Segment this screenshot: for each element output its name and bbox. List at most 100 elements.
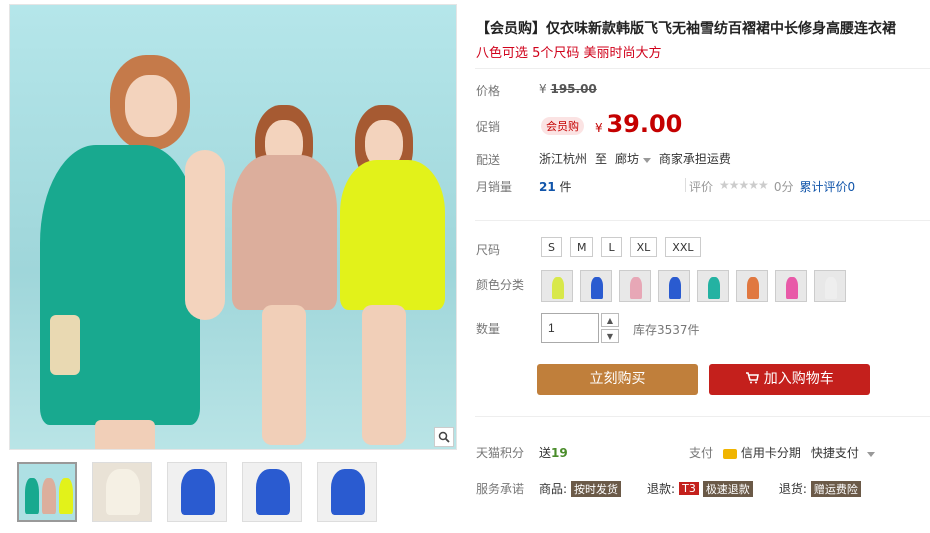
total-reviews-link[interactable]: 累计评价0	[799, 178, 855, 195]
thumbnail-5[interactable]	[317, 462, 377, 522]
t3-tag[interactable]: T3	[679, 482, 699, 495]
monthly-sales: 21 件	[539, 178, 572, 195]
size-option-s[interactable]: S	[541, 237, 562, 257]
ship-destination: 廊坊	[615, 152, 640, 166]
product-subtitle: 八色可选 5个尺码 美丽时尚大方	[476, 46, 662, 61]
chevron-down-icon	[866, 452, 875, 457]
color-swatch-1[interactable]	[541, 270, 573, 302]
size-options: S M L XL XXL	[541, 237, 701, 257]
return-label: 退货:	[778, 482, 807, 496]
chevron-down-icon	[642, 158, 651, 163]
quantity-increase-button[interactable]: ▲	[601, 313, 619, 327]
add-to-cart-label: 加入购物车	[763, 371, 834, 387]
ship-destination-select[interactable]: 廊坊	[615, 150, 651, 167]
size-label: 尺码	[476, 243, 501, 257]
swatch-dress-image	[552, 277, 564, 299]
color-swatch-4[interactable]	[658, 270, 690, 302]
service-promise-label: 服务承诺	[476, 482, 525, 496]
sales-unit: 件	[559, 180, 572, 194]
thumbnail-dress-figure	[106, 469, 140, 515]
thumbnail-4[interactable]	[242, 462, 302, 522]
main-product-image[interactable]	[9, 4, 457, 450]
model-3-legs	[362, 305, 406, 445]
goods-label: 商品:	[539, 482, 568, 496]
model-2-pink-dress	[232, 155, 337, 310]
swatch-dress-image	[669, 277, 681, 299]
size-option-l[interactable]: L	[601, 237, 622, 257]
quantity-decrease-button[interactable]: ▼	[601, 329, 619, 343]
cart-icon	[746, 372, 760, 384]
model-1-face	[125, 75, 177, 137]
credit-installment[interactable]: 信用卡分期	[723, 444, 801, 461]
color-label: 颜色分类	[476, 278, 525, 292]
model-1-legs	[95, 420, 155, 449]
color-swatch-7[interactable]	[775, 270, 807, 302]
color-swatch-2[interactable]	[580, 270, 612, 302]
swatch-dress-image	[591, 277, 603, 299]
currency-symbol: ¥	[595, 121, 603, 135]
thumbnail-strip	[17, 462, 377, 522]
original-price: ¥ 195.00	[539, 82, 597, 96]
size-option-m[interactable]: M	[569, 237, 594, 257]
thumbnail-3[interactable]	[167, 462, 227, 522]
monthly-sales-label: 月销量	[476, 180, 513, 194]
price-label: 价格	[476, 84, 501, 98]
thumbnail-dress-figure	[256, 469, 290, 515]
thumbnail-dress-figure	[25, 478, 39, 514]
shipping-insurance-tag[interactable]: 赠运费险	[810, 480, 861, 497]
promo-price-value: 39.00	[606, 110, 683, 138]
thumbnail-dress-figure	[42, 478, 56, 514]
star-rating-icon: ★★★★★	[719, 178, 769, 192]
shipping-label: 配送	[476, 153, 501, 167]
thumbnail-1[interactable]	[17, 462, 77, 522]
size-option-xl[interactable]: XL	[629, 237, 658, 257]
size-option-xxl[interactable]: XXL	[665, 237, 701, 257]
points-prefix: 送	[539, 446, 552, 460]
promo-label: 促销	[476, 120, 501, 134]
shipping-note: 商家承担运费	[658, 152, 731, 166]
fast-refund-tag[interactable]: 极速退款	[702, 480, 753, 497]
divider	[685, 178, 686, 192]
thumbnail-dress-figure	[181, 469, 215, 515]
swatch-dress-image	[747, 277, 759, 299]
swatch-dress-image	[630, 277, 642, 299]
color-swatch-6[interactable]	[736, 270, 768, 302]
color-swatch-5[interactable]	[697, 270, 729, 302]
points-info: 送19	[539, 444, 568, 461]
color-swatch-3[interactable]	[619, 270, 651, 302]
swatch-dress-image	[786, 277, 798, 299]
service-promise: 商品: 按时发货 退款: T3 极速退款 退货: 赠运费险	[539, 480, 861, 497]
zoom-icon[interactable]	[434, 427, 454, 447]
model-1-arm	[185, 150, 225, 320]
review-label: 评价	[689, 180, 714, 194]
swatch-dress-image	[708, 277, 720, 299]
promo-price: ¥ 39.00	[595, 110, 682, 138]
quick-pay-select[interactable]: 快捷支付	[811, 444, 875, 461]
divider	[475, 220, 930, 221]
payment-info: 支付 信用卡分期 快捷支付	[689, 444, 875, 461]
currency-symbol: ¥	[539, 82, 547, 96]
points-label: 天猫积分	[476, 446, 525, 460]
divider	[475, 416, 930, 417]
thumbnail-dress-figure	[59, 478, 73, 514]
buy-now-button[interactable]: 立刻购买	[537, 364, 698, 395]
payment-label: 支付	[689, 446, 714, 460]
model-1-green-dress	[40, 145, 200, 425]
on-time-delivery-tag[interactable]: 按时发货	[571, 480, 622, 497]
points-value: 19	[551, 446, 568, 460]
member-badge: 会员购	[541, 117, 584, 135]
review-summary: 评价 ★★★★★ 0分 累计评价0	[689, 178, 855, 195]
thumbnail-2[interactable]	[92, 462, 152, 522]
product-title: 【会员购】仅衣味新款韩版飞飞无袖雪纺百褶裙中长修身高腰连衣裙	[476, 21, 896, 37]
quick-pay-label: 快捷支付	[810, 446, 859, 460]
thumbnail-dress-figure	[331, 469, 365, 515]
quantity-input[interactable]	[541, 313, 599, 343]
ship-from: 浙江杭州	[539, 152, 588, 166]
stock-count: 库存3537件	[633, 323, 700, 337]
quantity-label: 数量	[476, 322, 501, 336]
color-swatch-8[interactable]	[814, 270, 846, 302]
review-score: 0分	[773, 180, 794, 194]
model-3-yellow-dress	[340, 160, 445, 310]
refund-label: 退款:	[647, 482, 676, 496]
add-to-cart-button[interactable]: 加入购物车	[709, 364, 870, 395]
